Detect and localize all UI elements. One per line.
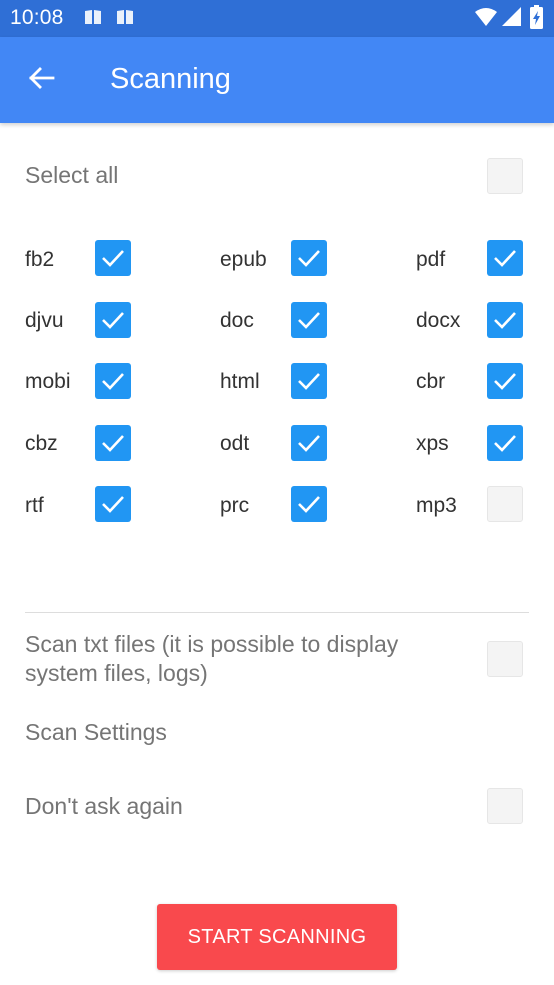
check-icon [102, 435, 124, 452]
file-type-checkbox-prc[interactable] [291, 486, 327, 522]
file-type-label: html [220, 370, 260, 393]
file-type-label: djvu [25, 309, 64, 332]
file-type-label: rtf [25, 494, 44, 517]
dont-ask-label: Don't ask again [25, 793, 183, 819]
check-icon [102, 496, 124, 513]
book-icon [84, 8, 102, 31]
file-type-label: prc [220, 494, 250, 517]
file-type-checkbox-epub[interactable] [291, 240, 327, 276]
file-type-label: fb2 [25, 248, 55, 271]
scan-txt-checkbox[interactable] [487, 641, 523, 677]
select-all-label: Select all [25, 162, 119, 188]
file-type-label: cbr [416, 370, 446, 393]
arrow-left-icon [28, 66, 56, 95]
file-type-checkbox-html[interactable] [291, 363, 327, 399]
start-scanning-button[interactable]: START SCANNING [157, 904, 397, 970]
dont-ask-checkbox[interactable] [487, 788, 523, 824]
file-type-checkbox-cbr[interactable] [487, 363, 523, 399]
file-type-label: doc [220, 309, 254, 332]
check-icon [298, 435, 320, 452]
select-all-checkbox[interactable] [487, 158, 523, 194]
check-icon [494, 250, 516, 267]
book-icon [116, 8, 134, 31]
check-icon [298, 496, 320, 513]
wifi-icon [475, 7, 497, 32]
file-type-label: cbz [25, 432, 58, 455]
file-type-checkbox-doc[interactable] [291, 302, 327, 338]
file-type-label: xps [416, 432, 449, 455]
file-type-label: pdf [416, 248, 446, 271]
status-bar: 10:08 [0, 0, 554, 37]
battery-charging-icon [530, 5, 543, 34]
check-icon [102, 312, 124, 329]
file-type-checkbox-fb2[interactable] [95, 240, 131, 276]
scan-settings-link[interactable]: Scan Settings [25, 719, 167, 746]
file-type-label: mp3 [416, 494, 457, 517]
file-type-checkbox-mp3[interactable] [487, 486, 523, 522]
file-type-checkbox-xps[interactable] [487, 425, 523, 461]
page-title: Scanning [110, 63, 231, 95]
back-button[interactable] [20, 60, 64, 100]
file-type-checkbox-pdf[interactable] [487, 240, 523, 276]
file-type-checkbox-cbz[interactable] [95, 425, 131, 461]
app-bar: Scanning [0, 37, 554, 123]
check-icon [102, 250, 124, 267]
file-type-checkbox-djvu[interactable] [95, 302, 131, 338]
check-icon [298, 250, 320, 267]
file-type-label: mobi [25, 370, 71, 393]
file-type-label: odt [220, 432, 250, 455]
check-icon [494, 435, 516, 452]
file-type-label: epub [220, 248, 267, 271]
signal-icon [502, 7, 522, 32]
check-icon [298, 373, 320, 390]
status-time: 10:08 [10, 6, 64, 29]
file-type-checkbox-docx[interactable] [487, 302, 523, 338]
check-icon [494, 373, 516, 390]
file-type-checkbox-odt[interactable] [291, 425, 327, 461]
divider [25, 612, 529, 613]
check-icon [102, 373, 124, 390]
file-type-checkbox-mobi[interactable] [95, 363, 131, 399]
check-icon [494, 312, 516, 329]
check-icon [298, 312, 320, 329]
file-type-label: docx [416, 309, 461, 332]
scan-txt-label: Scan txt files (it is possible to displa… [25, 631, 399, 686]
file-type-checkbox-rtf[interactable] [95, 486, 131, 522]
